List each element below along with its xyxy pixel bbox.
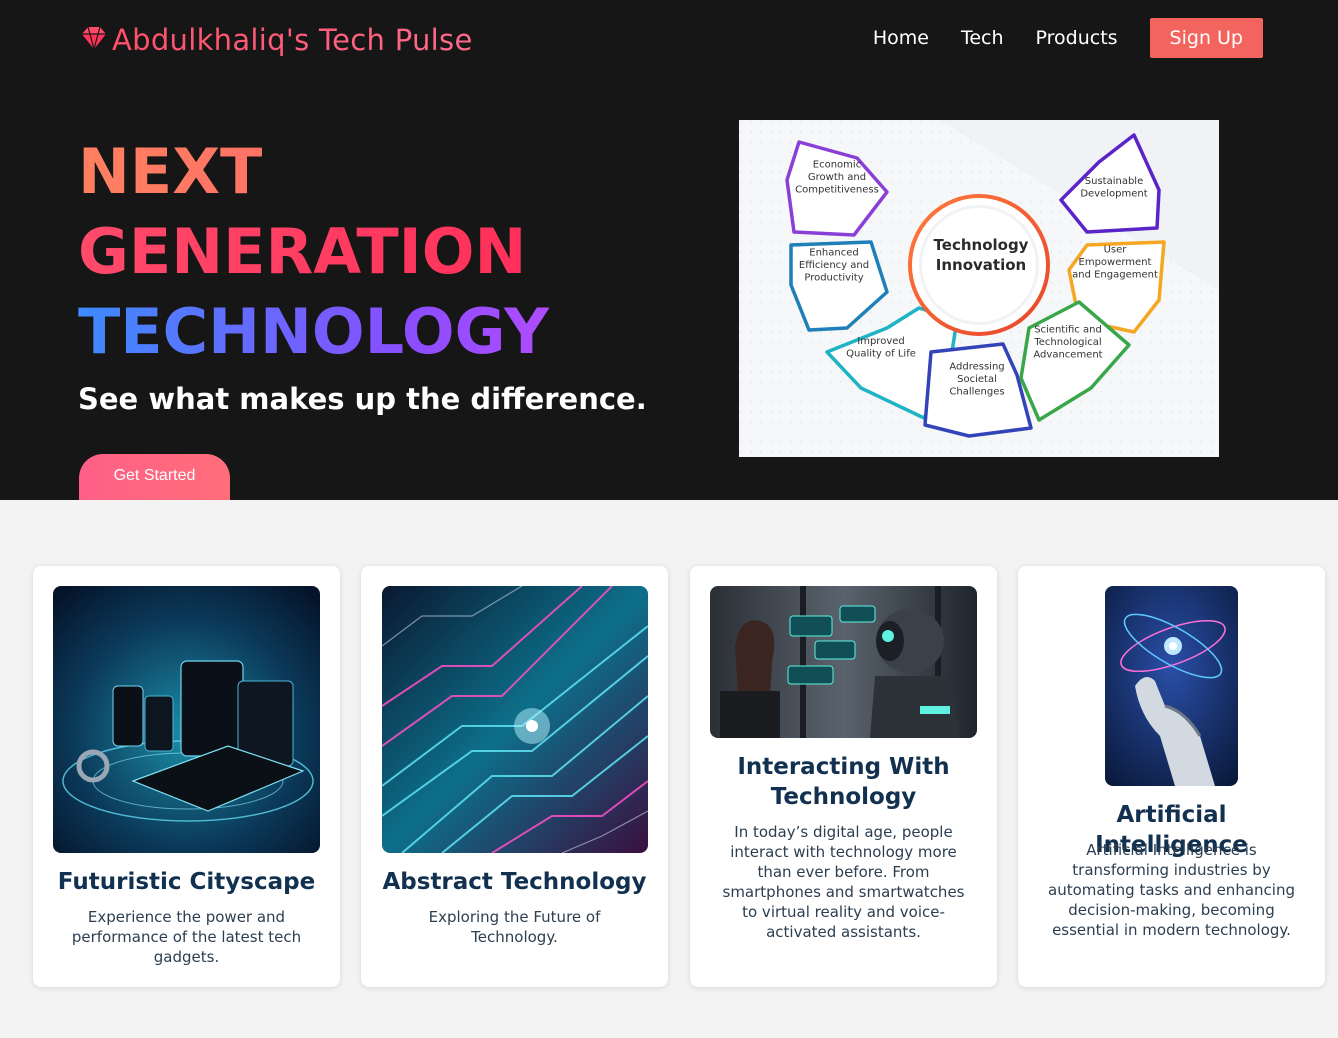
headline-line-2: GENERATION: [78, 212, 549, 292]
get-started-button[interactable]: Get Started: [79, 454, 230, 500]
card-text: Exploring the Future of Technology.: [428, 908, 601, 946]
brand-logo[interactable]: Abdulkhaliq's Tech Pulse: [78, 22, 473, 58]
diagram-node-label: Improved: [857, 336, 904, 347]
gadgets-image: [53, 586, 320, 853]
card-title: Futuristic Cityscape: [57, 869, 316, 895]
diagram-node-label: Societal: [957, 374, 997, 385]
nav-products[interactable]: Products: [1036, 27, 1118, 49]
diagram-node-label: Challenges: [949, 387, 1004, 398]
diagram-center-line-1: Technology: [934, 236, 1029, 254]
card-title: Abstract Technology: [382, 869, 647, 895]
diagram-node-label: Enhanced: [809, 248, 858, 259]
hero-tagline: See what makes up the difference.: [78, 382, 647, 416]
diagram-node-label: Development: [1080, 188, 1147, 199]
human-robot-image: [710, 586, 977, 738]
diagram-node-label: Empowerment: [1079, 257, 1152, 268]
nav-home[interactable]: Home: [873, 27, 929, 49]
main-nav: Home Tech Products Sign Up: [873, 18, 1263, 58]
headline-line-1: NEXT: [78, 132, 549, 212]
card-text: Artificial Intelligence is transforming …: [1048, 841, 1295, 939]
diamond-icon: [78, 22, 110, 58]
diagram-node-label: Sustainable: [1085, 176, 1143, 187]
innovation-diagram: Economic Growth and Competitiveness Sustain…: [739, 120, 1219, 457]
diagram-node-label: Competitiveness: [795, 185, 879, 196]
card-futuristic-cityscape[interactable]: Futuristic Cityscape Experience the powe…: [33, 566, 340, 987]
diagram-node-label: Advancement: [1033, 350, 1102, 361]
card-title: Interacting With Technology: [737, 754, 950, 810]
diagram-node-label: User: [1104, 245, 1128, 256]
diagram-node-label: Scientific and: [1034, 325, 1102, 336]
hero-headline: NEXT GENERATION TECHNOLOGY: [78, 132, 549, 372]
circuit-image: [382, 586, 648, 853]
robot-hand-image: [1105, 586, 1238, 786]
headline-line-3: TECHNOLOGY: [78, 292, 549, 372]
signup-button[interactable]: Sign Up: [1149, 18, 1263, 58]
diagram-node-label: and Engagement: [1072, 270, 1158, 281]
diagram-node-label: Technological: [1033, 337, 1101, 348]
card-text: Experience the power and performance of …: [71, 908, 302, 966]
diagram-node-label: Addressing: [949, 362, 1004, 373]
card-interacting-with-technology[interactable]: Interacting With Technology In today’s d…: [690, 566, 997, 987]
diagram-node-label: Quality of Life: [846, 348, 916, 359]
diagram-node-label: Economic: [813, 160, 861, 171]
card-artificial-intelligence[interactable]: Artificial Intelligence Artificial Intel…: [1018, 566, 1325, 987]
card-text: In today’s digital age, people interact …: [722, 823, 965, 941]
diagram-center-line-2: Innovation: [936, 256, 1026, 274]
card-abstract-technology[interactable]: Abstract Technology Exploring the Future…: [361, 566, 668, 987]
nav-tech[interactable]: Tech: [961, 27, 1004, 49]
diagram-node-label: Efficiency and: [799, 260, 869, 271]
brand-name: Abdulkhaliq's Tech Pulse: [112, 23, 473, 57]
diagram-node-label: Productivity: [804, 273, 863, 284]
hero-section: Abdulkhaliq's Tech Pulse Home Tech Produ…: [0, 0, 1338, 500]
diagram-node-label: Growth and: [808, 172, 866, 183]
